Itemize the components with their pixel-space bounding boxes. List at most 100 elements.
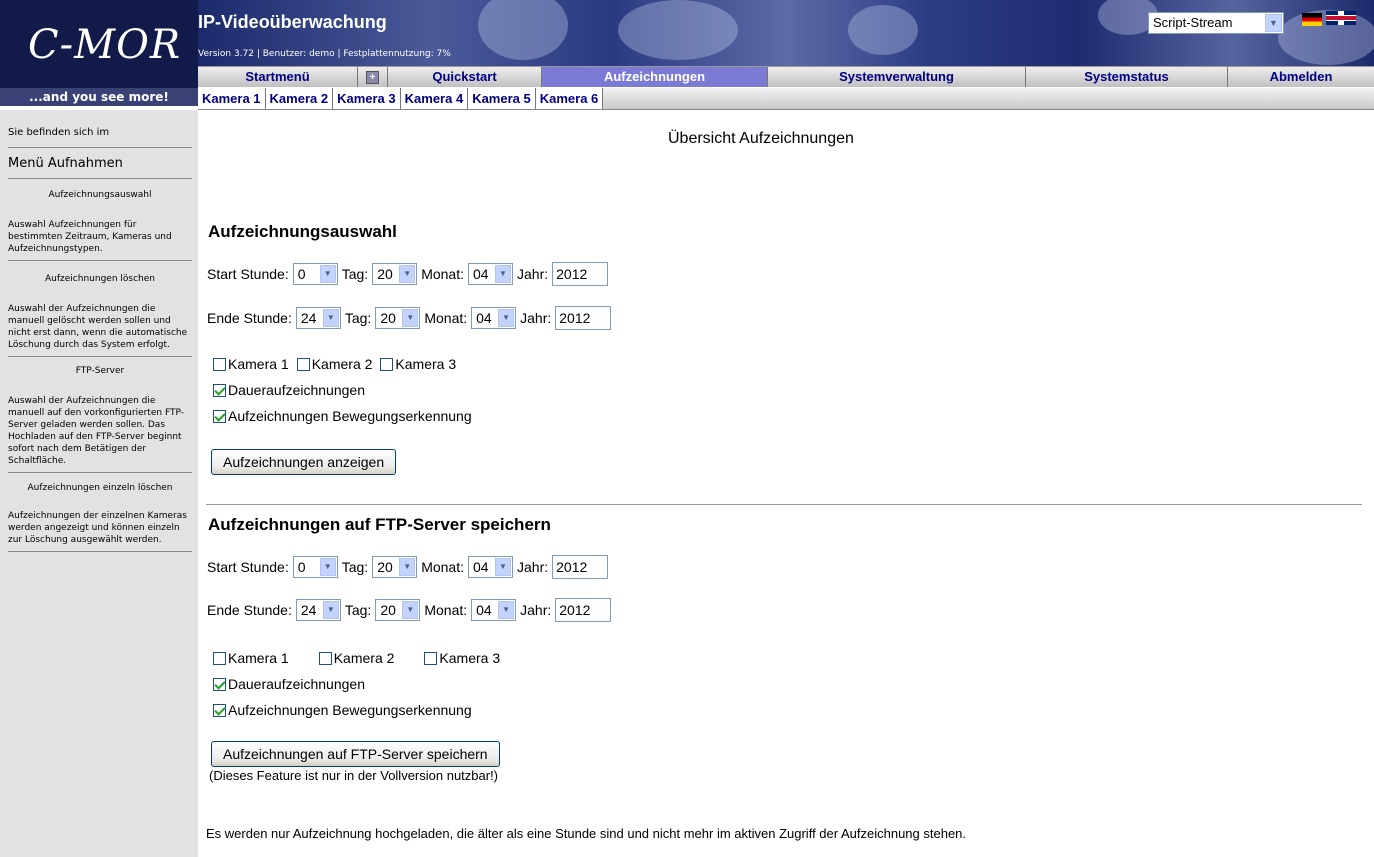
section-title-selection: Aufzeichnungsauswahl [208,222,397,241]
chevron-down-icon[interactable]: ▼ [498,601,515,619]
show-recordings-button[interactable]: Aufzeichnungen anzeigen [211,449,397,475]
sidebar-link-einzeln-loeschen[interactable]: Aufzeichnungen einzeln löschen [8,473,192,510]
camera-tab-2[interactable]: Kamera 2 [265,88,334,109]
logo[interactable]: C-MOR ...and you see more! [0,0,198,106]
sidebar-link-loeschen[interactable]: Aufzeichnungen löschen [8,261,192,303]
checkbox[interactable] [213,409,226,423]
checkbox[interactable] [213,651,226,665]
start-day-value: 20 [377,266,393,282]
chevron-down-icon[interactable]: ▼ [498,309,515,327]
chevron-down-icon[interactable]: ▼ [322,601,339,619]
checkbox[interactable] [380,357,394,371]
sidebar-link-ftp[interactable]: FTP-Server [8,357,192,395]
chevron-down-icon[interactable]: ▼ [402,309,419,327]
ftp-camera-2[interactable]: Kamera 2 [318,650,394,666]
section-divider [206,504,1362,505]
end-hour-select[interactable]: 24 ▼ [295,307,341,329]
chevron-down-icon[interactable]: ▼ [322,309,339,327]
selection-camera-1[interactable]: Kamera 1 [213,356,289,372]
checkbox[interactable] [213,677,226,691]
end-year-input[interactable]: 2012 [555,306,612,330]
start-month-value: 04 [473,266,489,282]
stream-select[interactable]: Script-Stream ▼ [1148,12,1284,34]
checkbox[interactable] [296,357,310,371]
nav-startmenu[interactable]: Startmenü [198,67,358,87]
selection-bewegung[interactable]: Aufzeichnungen Bewegungserkennung [213,406,472,426]
year-label: Jahr: [520,602,552,618]
ftp-start-day-select[interactable]: 20 ▼ [372,556,418,578]
start-month-select[interactable]: 04 ▼ [468,263,513,285]
page-title: Übersicht Aufzeichnungen [668,130,854,147]
camera-tab-6[interactable]: Kamera 6 [535,88,604,109]
start-hour-label: Start Stunde: [207,266,289,282]
sidebar-location: Sie befinden sich im [8,110,192,148]
chevron-down-icon[interactable]: ▼ [319,265,336,283]
chevron-down-icon[interactable]: ▼ [495,558,511,576]
ftp-start-month-value: 04 [473,559,489,575]
chevron-down-icon[interactable]: ▼ [399,265,416,283]
selection-camera-2[interactable]: Kamera 2 [296,356,372,372]
start-hour-select[interactable]: 0 ▼ [292,263,338,285]
save-to-ftp-button[interactable]: Aufzeichnungen auf FTP-Server speichern [211,741,500,767]
start-hour-value: 0 [297,266,306,282]
ftp-camera-1[interactable]: Kamera 1 [213,650,289,666]
sidebar-menu-title: Menü Aufnahmen [8,148,192,179]
ftp-bewegung[interactable]: Aufzeichnungen Bewegungserkennung [213,700,472,720]
checkbox[interactable] [213,357,226,371]
nav-aufzeichnungen[interactable]: Aufzeichnungen [542,67,768,87]
ftp-end-hour-select[interactable]: 24 ▼ [295,599,341,621]
end-hour-label: Ende Stunde: [207,602,292,618]
nav-quickstart[interactable]: Quickstart [388,67,542,87]
checkbox-label: Kamera 3 [395,356,457,372]
german-flag-icon[interactable] [1302,13,1322,26]
camera-nav: Kamera 1 Kamera 2 Kamera 3 Kamera 4 Kame… [198,88,1374,110]
ftp-end-month-select[interactable]: 04 ▼ [471,599,517,621]
nav-expand[interactable]: + [358,67,388,87]
selection-dauer[interactable]: Daueraufzeichnungen [213,380,365,400]
checkbox[interactable] [424,651,438,665]
chevron-down-icon[interactable]: ▼ [399,558,416,576]
selection-start-row: Start Stunde: 0 ▼ Tag: 20 ▼ Monat: 04 ▼ Jah… [207,262,609,286]
uk-flag-icon[interactable] [1326,11,1356,25]
end-month-select[interactable]: 04 ▼ [471,307,517,329]
camera-tab-1[interactable]: Kamera 1 [198,88,266,109]
checkbox-label: Daueraufzeichnungen [228,676,365,692]
chevron-down-icon[interactable]: ▼ [495,265,511,283]
camera-tab-4[interactable]: Kamera 4 [400,88,469,109]
sidebar-link-aufzeichnungsauswahl[interactable]: Aufzeichnungsauswahl [8,179,192,219]
main-content: Übersicht Aufzeichnungen Aufzeichnungsau… [198,110,1374,857]
header: C-MOR ...and you see more! IP-Videoüberw… [0,0,1374,110]
ftp-end-day-select[interactable]: 20 ▼ [375,599,421,621]
nav-abmelden[interactable]: Abmelden [1228,67,1374,87]
start-year-input[interactable]: 2012 [552,262,609,286]
end-day-select[interactable]: 20 ▼ [375,307,421,329]
nav-systemverwaltung[interactable]: Systemverwaltung [768,67,1026,87]
upload-footer-note: Es werden nur Aufzeichnung hochgeladen, … [206,826,967,841]
sidebar-desc-aufzeichnungsauswahl: Auswahl Aufzeichnungen für bestimmten Ze… [8,219,192,261]
day-label: Tag: [341,266,369,282]
start-day-select[interactable]: 20 ▼ [372,263,418,285]
expand-icon[interactable]: + [366,70,379,84]
sidebar-desc-ftp: Auswahl der Aufzeichnungen die manuell a… [8,395,192,473]
camera-tab-5[interactable]: Kamera 5 [468,88,536,109]
ftp-start-day-value: 20 [377,559,393,575]
ftp-start-hour-value: 0 [297,559,306,575]
ftp-start-hour-select[interactable]: 0 ▼ [292,556,338,578]
checkbox[interactable] [318,651,332,665]
checkbox[interactable] [213,383,226,397]
ftp-end-year-input[interactable]: 2012 [555,598,612,622]
nav-systemstatus[interactable]: Systemstatus [1026,67,1228,87]
ftp-camera-checkboxes: Kamera 1 Kamera 2 Kamera 3 [213,648,500,668]
ftp-start-year-input[interactable]: 2012 [552,555,609,579]
ftp-start-month-select[interactable]: 04 ▼ [468,556,513,578]
ftp-dauer[interactable]: Daueraufzeichnungen [213,674,365,694]
chevron-down-icon[interactable]: ▼ [1265,14,1282,32]
camera-tab-3[interactable]: Kamera 3 [333,88,401,109]
chevron-down-icon[interactable]: ▼ [402,601,419,619]
start-hour-label: Start Stunde: [207,559,289,575]
ftp-camera-3[interactable]: Kamera 3 [424,650,500,666]
selection-camera-3[interactable]: Kamera 3 [380,356,456,372]
month-label: Monat: [421,266,464,282]
chevron-down-icon[interactable]: ▼ [319,558,336,576]
checkbox[interactable] [213,703,226,717]
